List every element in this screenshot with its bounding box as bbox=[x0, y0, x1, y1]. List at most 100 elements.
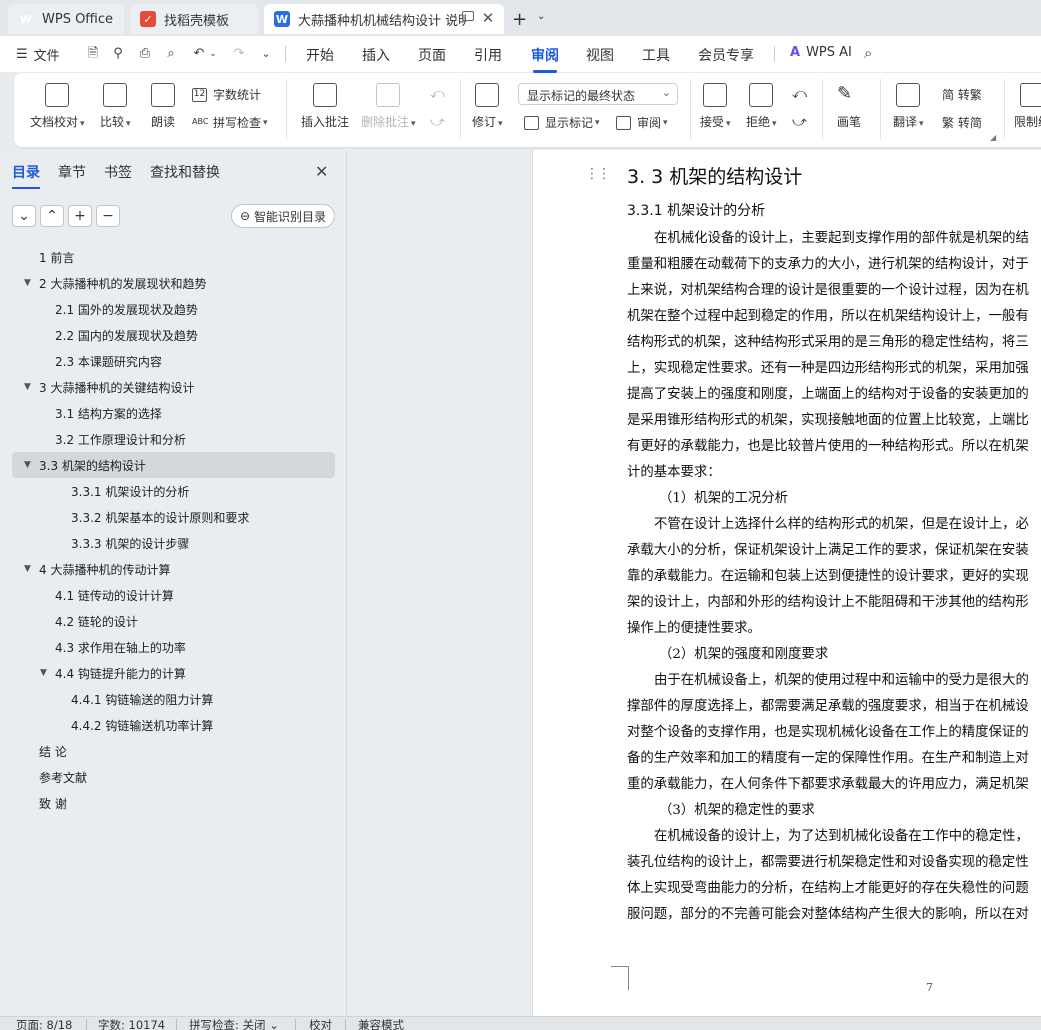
menu-tools[interactable]: 工具 bbox=[642, 45, 670, 65]
toc-item[interactable]: 2.1 国外的发展现状及趋势 bbox=[12, 296, 335, 322]
close-pane-icon[interactable]: ✕ bbox=[315, 162, 328, 181]
toc-item[interactable]: 4.4.2 钩链输送机功率计算 bbox=[12, 712, 335, 738]
word-count-button[interactable]: 12 字数统计 bbox=[192, 86, 261, 103]
tab-current-document[interactable]: W 大蒜播种机机械结构设计 说明 ✕ bbox=[264, 4, 504, 34]
toc-item[interactable]: 1 前言 bbox=[12, 244, 335, 270]
numbered-subheading: （3）机架的稳定性的要求 bbox=[659, 803, 815, 818]
toc-item[interactable]: 3.3.1 机架设计的分析 bbox=[12, 478, 335, 504]
tab-wps-office[interactable]: W WPS Office bbox=[8, 4, 124, 34]
toc-item[interactable]: ▼ 3 大蒜播种机的关键结构设计 bbox=[12, 374, 335, 400]
toc-item[interactable]: ▼ 4 大蒜播种机的传动计算 bbox=[12, 556, 335, 582]
menu-insert[interactable]: 插入 bbox=[362, 45, 390, 65]
collapse-up-icon[interactable]: ⌃ bbox=[40, 205, 64, 227]
toc-item[interactable]: 2.2 国内的发展现状及趋势 bbox=[12, 322, 335, 348]
spell-check-button[interactable]: ABC 拼写检查 ▾ bbox=[192, 114, 268, 131]
print-preview-icon[interactable]: ⌕ bbox=[163, 46, 179, 62]
menu-view[interactable]: 视图 bbox=[586, 45, 614, 65]
quick-access-more-icon[interactable]: ⌄ bbox=[258, 46, 274, 62]
show-markup-button[interactable]: 显示标记 ▾ bbox=[524, 114, 600, 131]
page-indicator[interactable]: 页面: 8/18 bbox=[16, 1017, 72, 1030]
menu-references[interactable]: 引用 bbox=[474, 45, 502, 65]
restrict-editing-button[interactable]: 限制编 bbox=[1014, 83, 1041, 130]
smart-toc-button[interactable]: ⊖ 智能识别目录 bbox=[231, 204, 335, 228]
paragraph-line: 对整个设备的支撑作用，也是实现机械化设备在工作上的精度保证的 bbox=[627, 725, 1029, 740]
pen-button[interactable]: ✎ 画笔 bbox=[837, 83, 861, 130]
toc-item[interactable]: 3.3.3 机架的设计步骤 bbox=[12, 530, 335, 556]
drag-handle-icon[interactable]: ⋮⋮ bbox=[585, 166, 611, 182]
save-icon[interactable]: 🗎 bbox=[85, 46, 101, 62]
nav-tab-bookmarks[interactable]: 书签 bbox=[104, 162, 132, 182]
track-changes-button[interactable]: 修订 ▾ bbox=[472, 83, 503, 130]
toc-item[interactable]: 3.2 工作原理设计和分析 bbox=[12, 426, 335, 452]
next-comment-icon[interactable]: ⤻ bbox=[430, 114, 445, 130]
toc-item[interactable]: 3.1 结构方案的选择 bbox=[12, 400, 335, 426]
insert-comment-button[interactable]: 插入批注 bbox=[301, 83, 349, 130]
delete-comment-button[interactable]: 删除批注 ▾ bbox=[361, 83, 416, 130]
read-aloud-button[interactable]: 朗读 bbox=[151, 83, 175, 130]
smart-toc-label: 智能识别目录 bbox=[254, 209, 327, 224]
toc-item[interactable]: 2.3 本课题研究内容 bbox=[12, 348, 335, 374]
menu-page[interactable]: 页面 bbox=[418, 45, 446, 65]
expand-triangle-icon[interactable]: ▼ bbox=[40, 668, 47, 678]
toc-item[interactable]: 参考文献 bbox=[12, 764, 335, 790]
reject-button[interactable]: 拒绝 ▾ bbox=[746, 83, 777, 130]
previous-change-icon[interactable]: ⤺ bbox=[792, 86, 807, 102]
toc-item[interactable]: 4.2 链轮的设计 bbox=[12, 608, 335, 634]
toc-item[interactable]: 4.3 求作用在轴上的功率 bbox=[12, 634, 335, 660]
remove-heading-icon[interactable]: − bbox=[96, 205, 120, 227]
word-count-status[interactable]: 字数: 10174 bbox=[98, 1017, 165, 1030]
compare-button[interactable]: 比较 ▾ bbox=[100, 83, 131, 130]
toc-item[interactable]: 致 谢 bbox=[12, 790, 335, 816]
close-tab-icon[interactable]: ✕ bbox=[480, 10, 496, 26]
menu-review[interactable]: 审阅 bbox=[531, 45, 559, 73]
translate-button[interactable]: 翻译 ▾ bbox=[893, 83, 924, 130]
toc-item-label: 3.3.1 机架设计的分析 bbox=[71, 484, 190, 499]
new-tab-plus-icon[interactable]: + bbox=[512, 9, 527, 30]
toc-item[interactable]: 4.4.1 钩链输送的阻力计算 bbox=[12, 686, 335, 712]
toc-item[interactable]: ▼ 3.3 机架的结构设计 bbox=[12, 452, 335, 478]
word-count-label: 字数统计 bbox=[213, 88, 262, 102]
paragraph-line: 操作上的便捷性要求。 bbox=[627, 621, 761, 636]
redo-icon[interactable]: ↷ bbox=[231, 46, 247, 62]
toc-item[interactable]: ▼ 2 大蒜播种机的发展现状和趋势 bbox=[12, 270, 335, 296]
toc-item[interactable]: 3.3.2 机架基本的设计原则和要求 bbox=[12, 504, 335, 530]
nav-tab-find-replace[interactable]: 查找和替换 bbox=[150, 162, 220, 182]
accept-button[interactable]: 接受 ▾ bbox=[700, 83, 731, 130]
word-count-icon: 12 bbox=[192, 87, 207, 102]
proofread-status[interactable]: 校对 bbox=[309, 1017, 332, 1030]
tab-list-chevron-icon[interactable]: ⌄ bbox=[537, 11, 545, 22]
print-icon[interactable]: ⎙ bbox=[137, 46, 153, 62]
format-painter-icon[interactable]: ⚲ bbox=[110, 46, 126, 62]
menu-member[interactable]: 会员专享 bbox=[698, 45, 754, 65]
expand-triangle-icon[interactable]: ▼ bbox=[24, 278, 31, 288]
search-icon[interactable]: ⌕ bbox=[864, 44, 872, 62]
previous-comment-icon[interactable]: ⤺ bbox=[430, 86, 445, 102]
spell-check-status[interactable]: 拼写检查: 关闭 ⌄ bbox=[189, 1017, 279, 1030]
wps-ai-button[interactable]: A WPS AI bbox=[790, 45, 852, 60]
tab-docer-templates[interactable]: ✓ 找稻壳模板 bbox=[130, 4, 258, 34]
expand-triangle-icon[interactable]: ▼ bbox=[24, 564, 31, 574]
to-simplified-button[interactable]: 繁 转简 bbox=[942, 114, 982, 131]
toc-item-label: 4.3 求作用在轴上的功率 bbox=[55, 640, 186, 655]
undo-dropdown-icon[interactable]: ⌄ bbox=[205, 46, 221, 62]
to-traditional-button[interactable]: 简 转繁 bbox=[942, 86, 982, 103]
add-heading-icon[interactable]: + bbox=[68, 205, 92, 227]
document-body[interactable]: 3. 3 机架的结构设计 3.3.1 机架设计的分析 在机械化设备的设计上，主要… bbox=[627, 162, 1041, 928]
review-pane-button[interactable]: 审阅 ▾ bbox=[616, 114, 668, 131]
nav-tab-toc[interactable]: 目录 bbox=[12, 162, 40, 189]
toc-item[interactable]: 4.1 链传动的设计计算 bbox=[12, 582, 335, 608]
file-menu[interactable]: ☰ 文件 bbox=[16, 45, 60, 64]
expand-triangle-icon[interactable]: ▼ bbox=[24, 460, 31, 470]
doc-check-button[interactable]: 文档校对 ▾ bbox=[30, 83, 85, 130]
toc-item[interactable]: ▼ 4.4 钩链提升能力的计算 bbox=[12, 660, 335, 686]
markup-state-select[interactable]: 显示标记的最终状态 ⌄ bbox=[518, 83, 678, 105]
document-page[interactable]: ⋮⋮ 3. 3 机架的结构设计 3.3.1 机架设计的分析 在机械化设备的设计上… bbox=[532, 150, 1041, 1016]
monitor-icon[interactable] bbox=[462, 11, 474, 21]
nav-tab-sections[interactable]: 章节 bbox=[58, 162, 86, 182]
toc-item[interactable]: 结 论 bbox=[12, 738, 335, 764]
next-change-icon[interactable]: ⤻ bbox=[792, 114, 807, 130]
expand-triangle-icon[interactable]: ▼ bbox=[24, 382, 31, 392]
expand-group-icon[interactable]: ◢ bbox=[990, 133, 996, 142]
menu-start[interactable]: 开始 bbox=[306, 45, 334, 65]
collapse-down-icon[interactable]: ⌄ bbox=[12, 205, 36, 227]
